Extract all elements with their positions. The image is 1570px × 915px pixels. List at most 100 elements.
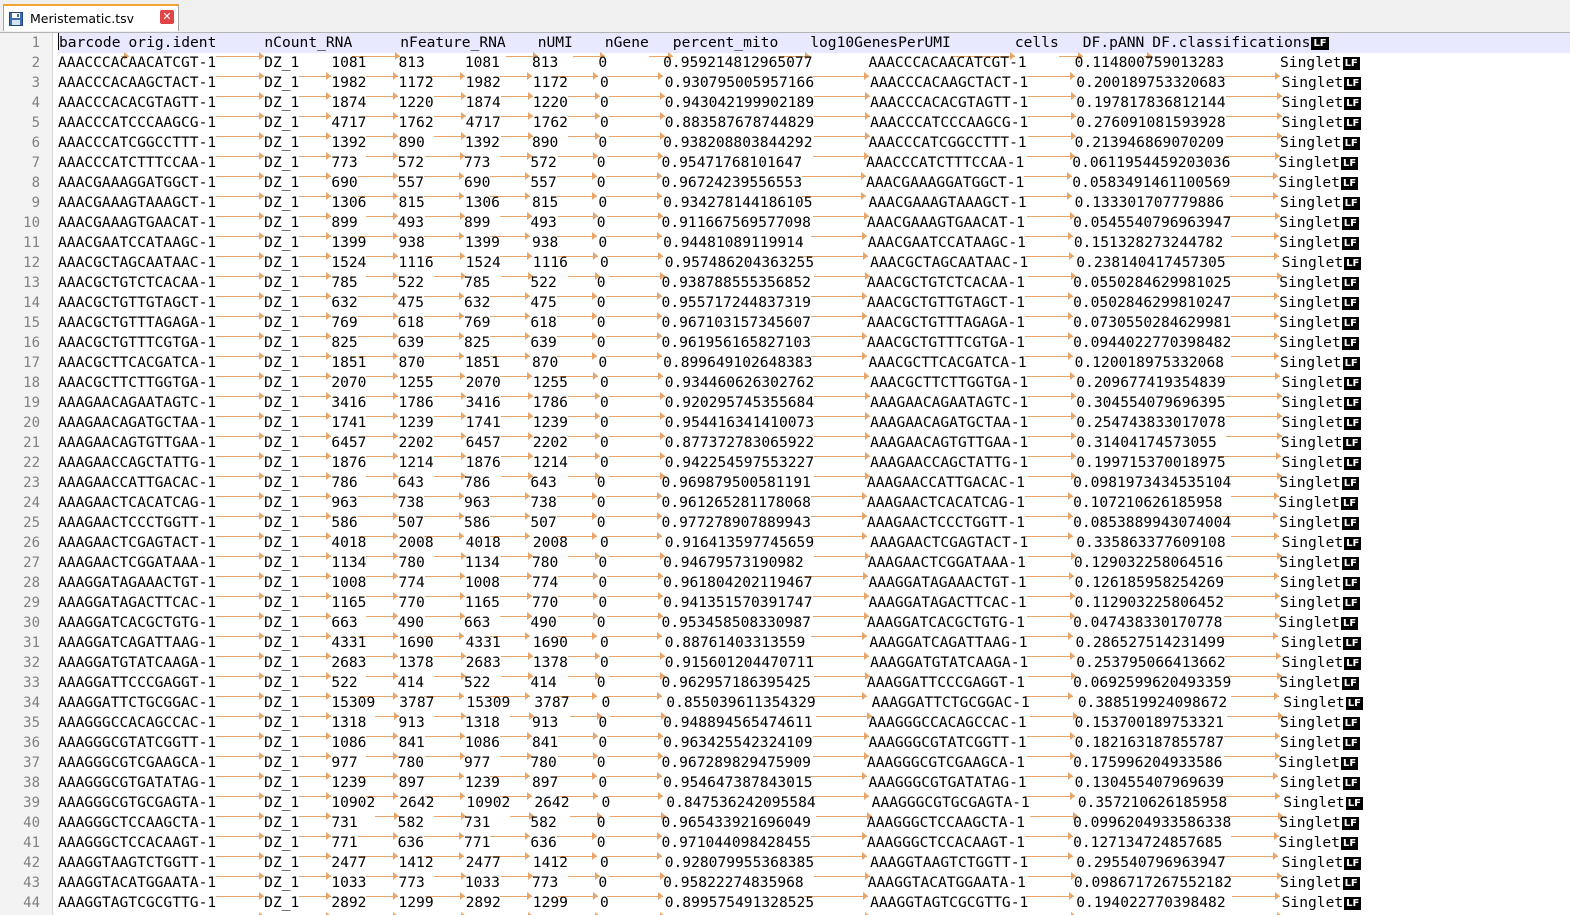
line-number: 35 [23,715,40,731]
line-number: 18 [23,375,40,391]
tsv-field: AAAGGATCACGCTGTG-1 [866,614,1026,631]
tsv-field: 773 [531,874,559,891]
tsv-field: Singlet [1280,354,1342,371]
tsv-field: AAACGAAAGGATGGCT-1 [866,174,1025,191]
tsv-field: 0.295540796963947 [1076,854,1226,871]
editor-line[interactable]: 29 AAAGGATAGACTTCAC-1 DZ_1 1165 770 1165 770 0 0… [0,593,1570,620]
editor-line[interactable]: 36 AAAGGGCGTATCGGTT-1 DZ_1 1086 841 1086 841 0 0… [0,733,1570,760]
editor-line[interactable]: 3 AAACCCACAAGCTACT-1 DZ_1 1982 1172 1982 1172 0… [0,73,1570,100]
editor-line[interactable]: 37 AAAGGGCGTCGAAGCA-1 DZ_1 977 780 977 780 0 0.9… [0,753,1570,780]
editor-line[interactable]: 25 AAAGAACTCCCTGGTT-1 DZ_1 586 507 586 507 0 0.9… [0,513,1570,540]
line-number: 26 [23,535,40,551]
editor-line[interactable]: 35 AAAGGGCCACAGCCAC-1 DZ_1 1318 913 1318 913 0 0… [0,713,1570,740]
line-number: 6 [31,135,40,151]
eol-marker: LF [1343,637,1361,650]
close-icon[interactable]: ✕ [160,10,174,24]
editor-line[interactable]: 12 AAACGCTAGCAATAAC-1 DZ_1 1524 1116 1524 1116… [0,253,1570,280]
editor-line[interactable]: 30 AAAGGATCACGCTGTG-1 DZ_1 663 490 663 490 0 0.9… [0,613,1570,640]
editor-line[interactable]: 9 AAACGAAAGTAAAGCT-1 DZ_1 1306 815 1306 815 0 0.… [0,193,1570,220]
editor-line[interactable]: 33 AAAGGATTCCCGAGGT-1 DZ_1 522 414 522 414 0 0.9… [0,673,1570,700]
editor-line[interactable]: 20 AAAGAACAGATGCTAA-1 DZ_1 1741 1239 1741 1239… [0,413,1570,440]
eol-marker: LF [1340,757,1359,770]
tsv-field: AAAGGGCCACAGCCAC-1 [58,714,217,731]
tsv-field: 2070 [331,374,367,391]
tsv-field: DZ_1 [264,574,300,591]
editor-line[interactable]: 27 AAAGAACTCGGATAAA-1 DZ_1 1134 780 1134 780 0 0… [0,553,1570,580]
tsv-field: 582 [530,814,557,831]
editor-line[interactable]: 44 AAAGGTAGTCGCGTTG-1 DZ_1 2892 1299 2892 1299… [0,893,1570,915]
tsv-field: 0.899649102648383 [663,354,813,371]
tsv-field: 1239 [532,414,568,431]
editor-line[interactable]: 1 barcode orig.ident nCount_RNA nFeature_RNA… [0,33,1570,60]
tsv-field: 963 [464,494,491,511]
editor-line[interactable]: 42 AAAGGTAAGTCTGGTT-1 DZ_1 2477 1412 2477 1412… [0,853,1570,880]
editor-line[interactable]: 19 AAAGAACAGAATAGTC-1 DZ_1 3416 1786 3416 1786… [0,393,1570,420]
tsv-field: DZ_1 [264,674,300,691]
editor-line[interactable]: 21 AAAGAACAGTGTTGAA-1 DZ_1 6457 2202 6457 2202… [0,433,1570,460]
tsv-field: 1392 [464,134,500,151]
eol-marker: LF [1341,477,1359,490]
tsv-field: 771 [464,834,491,851]
editor-line[interactable]: 31 AAAGGATCAGATTAAG-1 DZ_1 4331 1690 4331 1690… [0,633,1570,660]
tsv-field: DZ_1 [264,334,300,351]
line-content: AAACGAAAGTGAACAT-1 DZ_1 899 493 899 493 0 0.911… [58,213,1570,240]
editor-line[interactable]: 15 AAACGCTGTTTAGAGA-1 DZ_1 769 618 769 618 0 0.9… [0,313,1570,340]
line-number: 33 [23,675,40,691]
editor-line[interactable]: 2 AAACCCACAACATCGT-1 DZ_1 1081 813 1081 813 0 0.… [0,53,1570,80]
editor-line[interactable]: 8 AAACGAAAGGATGGCT-1 DZ_1 690 557 690 557 0 0.96… [0,173,1570,200]
tsv-field: 1081 [464,54,500,71]
editor-line[interactable]: 22 AAAGAACCAGCTATTG-1 DZ_1 1876 1214 1876 1214… [0,453,1570,480]
editor-line[interactable]: 7 AAACCCATCTTTCCAA-1 DZ_1 773 572 773 572 0 0.95… [0,153,1570,180]
tsv-field: AAAGGATCAGATTAAG-1 [869,634,1028,651]
text-editor[interactable]: 1 barcode orig.ident nCount_RNA nFeature_RNA… [0,33,1570,915]
tsv-field: AAACGCTGTTTCGTGA-1 [58,334,217,351]
editor-line[interactable]: 38 AAAGGGCGTGATATAG-1 DZ_1 1239 897 1239 897 0 0… [0,773,1570,800]
tsv-field: 815 [531,194,559,211]
editor-line[interactable]: 23 AAAGAACCATTGACAC-1 DZ_1 786 643 786 643 0 0.9… [0,473,1570,500]
tsv-field: 1318 [464,714,500,731]
save-file-icon [8,11,24,27]
tsv-field: Singlet [1280,714,1342,731]
editor-line[interactable]: 32 AAAGGATGTATCAAGA-1 DZ_1 2683 1378 2683 1378… [0,653,1570,680]
editor-line[interactable]: 18 AAACGCTTCTTGGTGA-1 DZ_1 2070 1255 2070 1255… [0,373,1570,400]
tsv-field: 0 [596,754,606,771]
tsv-field: 841 [531,734,559,751]
tsv-field: 0.969879500581191 [661,474,811,491]
tsv-field: 0 [599,254,609,271]
editor-line[interactable]: 43 AAAGGTACATGGAATA-1 DZ_1 1033 773 1033 773 0 0… [0,873,1570,900]
editor-line[interactable]: 14 AAACGCTGTTGTAGCT-1 DZ_1 632 475 632 475 0 0.9… [0,293,1570,320]
editor-line[interactable]: 28 AAAGGATAGAAACTGT-1 DZ_1 1008 774 1008 774 0 0… [0,573,1570,600]
tsv-field: AAACGAATCCATAAGC-1 [867,234,1026,251]
line-content: barcode orig.ident nCount_RNA nFeature_RNA n… [58,33,1570,60]
tsv-field: 1741 [465,414,501,431]
editor-line[interactable]: 16 AAACGCTGTTTCGTGA-1 DZ_1 825 639 825 639 0 0.9… [0,333,1570,360]
tsv-field: 690 [464,174,491,191]
editor-line[interactable]: 10 AAACGAAAGTGAACAT-1 DZ_1 899 493 899 493 0 0.9… [0,213,1570,240]
editor-line[interactable]: 40 AAAGGGCTCCAAGCTA-1 DZ_1 731 582 731 582 0 0.9… [0,813,1570,840]
editor-line[interactable]: 34 AAAGGATTCTGCGGAC-1 DZ_1 15309 3787 15309 37… [0,693,1570,720]
editor-line[interactable]: 26 AAAGAACTCGAGTACT-1 DZ_1 4018 2008 4018 2008… [0,533,1570,560]
tsv-field: DZ_1 [264,774,300,791]
editor-line[interactable]: 39 AAAGGGCGTGCGAGTA-1 DZ_1 10902 2642 10902 26… [0,793,1570,820]
editor-line[interactable]: 11 AAACGAATCCATAAGC-1 DZ_1 1399 938 1399 938 0 0… [0,233,1570,260]
tsv-field: 1220 [532,94,568,111]
editor-line[interactable]: 4 AAACCCACACGTAGTT-1 DZ_1 1874 1220 1874 1220 0… [0,93,1570,120]
editor-line[interactable]: 13 AAACGCTGTCTCACAA-1 DZ_1 785 522 785 522 0 0.9… [0,273,1570,300]
tsv-field: 0.238140417457305 [1076,254,1226,271]
editor-line[interactable]: 6 AAACCCATCGGCCTTT-1 DZ_1 1392 890 1392 890 0 0.… [0,133,1570,160]
tsv-field: AAACGCTGTCTCACAA-1 [58,274,217,291]
line-content: AAAGGATCACGCTGTG-1 DZ_1 663 490 663 490 0 0.953… [58,613,1570,640]
tsv-field: 0 [596,294,606,311]
tsv-field: 0.130455407969639 [1074,774,1225,791]
tsv-field: Singlet [1279,334,1341,351]
tsv-field: 0.151328273244782 [1073,234,1224,251]
editor-line[interactable]: 5 AAACCCATCCCAAGCG-1 DZ_1 4717 1762 4717 1762 0… [0,113,1570,140]
editor-line[interactable]: 41 AAAGGGCTCCACAAGT-1 DZ_1 771 636 771 636 0 0.9… [0,833,1570,860]
tab-meristematic-tsv[interactable]: Meristematic.tsv ✕ [3,4,179,31]
editor-line[interactable]: 24 AAAGAACTCACATCAG-1 DZ_1 963 738 963 738 0 0.9… [0,493,1570,520]
eol-marker: LF [1340,157,1359,170]
editor-line[interactable]: 17 AAACGCTTCACGATCA-1 DZ_1 1851 870 1851 870 0 0… [0,353,1570,380]
line-content: AAAGGATTCTGCGGAC-1 DZ_1 15309 3787 15309 3787… [58,693,1570,720]
tsv-field: 1741 [331,414,367,431]
tsv-field: 490 [530,614,557,631]
